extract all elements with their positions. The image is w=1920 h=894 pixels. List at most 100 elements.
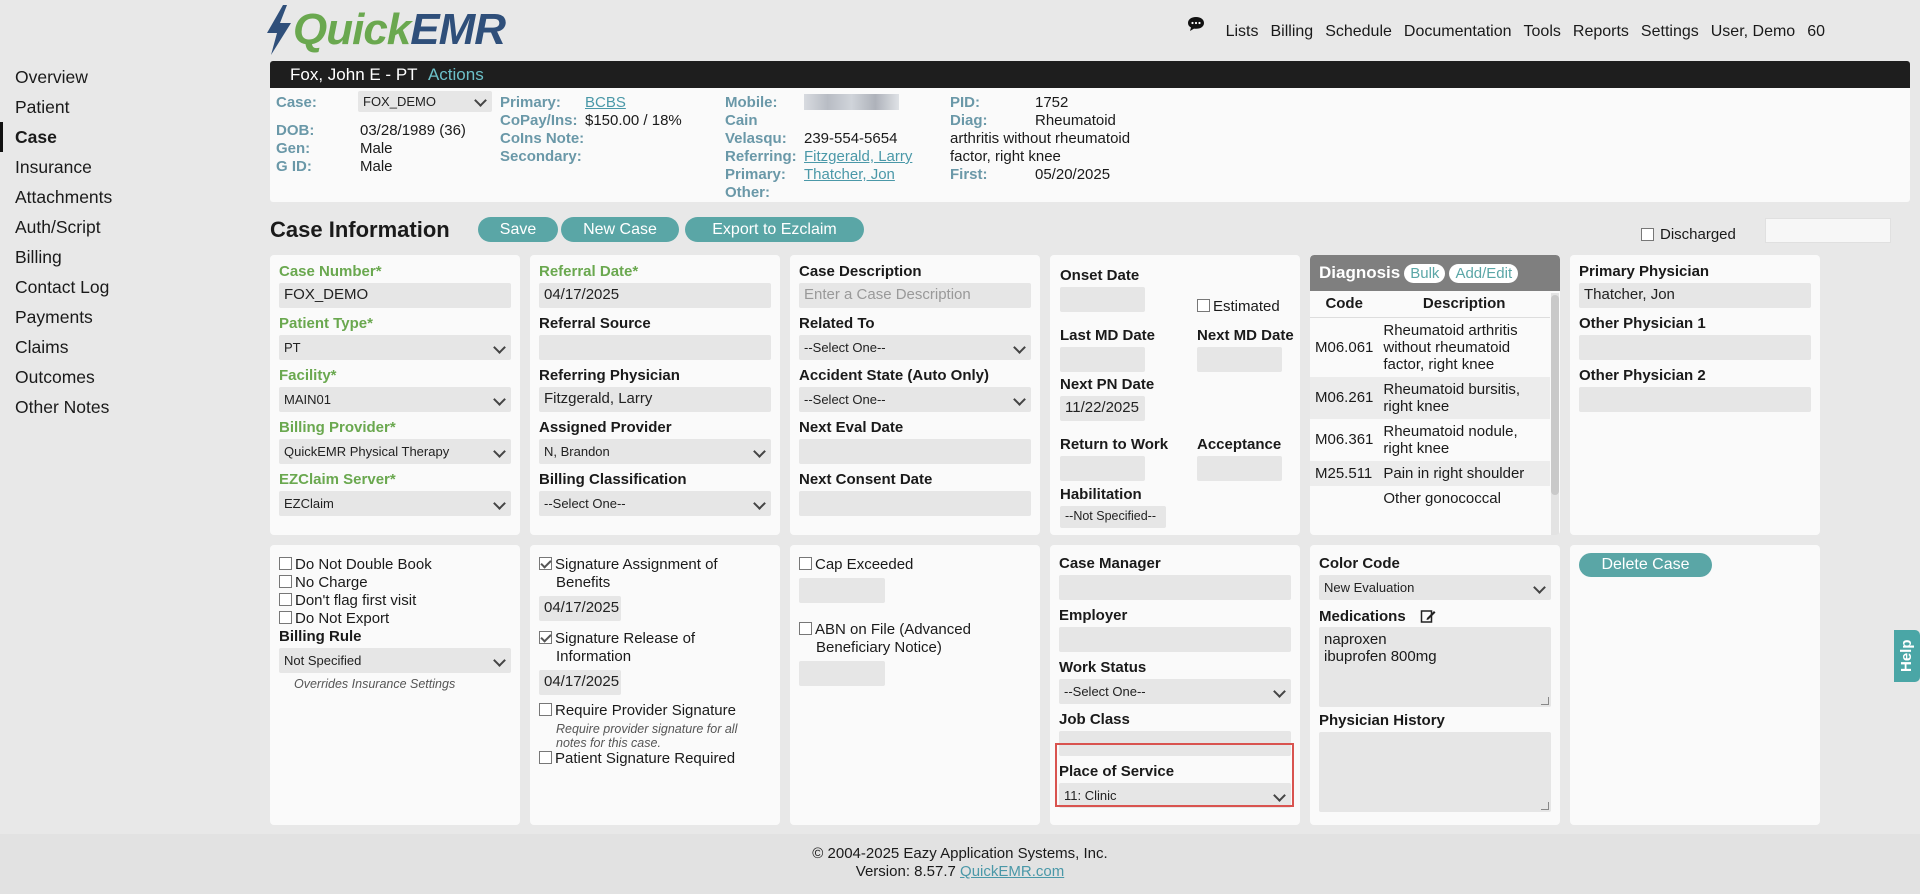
- nav-tools[interactable]: Tools: [1524, 23, 1561, 41]
- quickemr-logo[interactable]: QuickEMR: [263, 4, 506, 56]
- sidebar-item-other-notes[interactable]: Other Notes: [0, 392, 260, 422]
- discharged-date-input[interactable]: [1765, 218, 1891, 243]
- require-provider-signature-checkbox[interactable]: Require Provider Signature: [539, 702, 771, 720]
- abn-input[interactable]: [799, 661, 885, 686]
- sidebar-item-insurance[interactable]: Insurance: [0, 152, 260, 182]
- nav-documentation[interactable]: Documentation: [1404, 23, 1512, 41]
- nav-schedule[interactable]: Schedule: [1325, 23, 1392, 41]
- do-not-export-checkbox[interactable]: Do Not Export: [279, 610, 511, 628]
- sidebar-item-overview[interactable]: Overview: [0, 62, 260, 92]
- habilitation-select[interactable]: --Not Specified--: [1060, 506, 1166, 528]
- delete-case-button[interactable]: Delete Case: [1579, 553, 1712, 577]
- save-button[interactable]: Save: [478, 217, 558, 242]
- discharged-box[interactable]: [1641, 228, 1654, 241]
- nav-lists[interactable]: Lists: [1226, 23, 1259, 41]
- quickemr-link[interactable]: QuickEMR.com: [960, 863, 1064, 880]
- diagnosis-scrollbar-thumb[interactable]: [1551, 295, 1559, 495]
- case-description-input[interactable]: Enter a Case Description: [799, 283, 1031, 308]
- chat-icon[interactable]: [1187, 16, 1205, 32]
- last-md-input[interactable]: [1060, 347, 1145, 372]
- facility-select[interactable]: MAIN01: [279, 387, 511, 412]
- billing-rule-select[interactable]: Not Specified: [279, 648, 511, 673]
- case-manager-input[interactable]: [1059, 575, 1291, 600]
- physician-history-textarea[interactable]: [1319, 732, 1551, 812]
- sidebar-item-attachments[interactable]: Attachments: [0, 182, 260, 212]
- related-to-select[interactable]: --Select One--: [799, 335, 1031, 360]
- bulk-button[interactable]: Bulk: [1404, 263, 1446, 283]
- add-edit-button[interactable]: Add/Edit: [1449, 263, 1519, 283]
- no-charge-checkbox[interactable]: No Charge: [279, 574, 511, 592]
- other-physician-1-input[interactable]: [1579, 335, 1811, 360]
- sidebar-item-auth-script[interactable]: Auth/Script: [0, 212, 260, 242]
- chevron-down-icon: [1013, 341, 1026, 354]
- table-row[interactable]: M25.511 Pain in right shoulder: [1310, 460, 1550, 486]
- referring-link[interactable]: Fitzgerald, Larry: [804, 148, 912, 165]
- sidebar-item-claims[interactable]: Claims: [0, 332, 260, 362]
- lightning-icon: [267, 5, 291, 55]
- diag-value-2: arthritis without rheumatoid: [950, 130, 1131, 147]
- referring-physician-input[interactable]: Fitzgerald, Larry: [539, 387, 771, 412]
- resize-handle-icon[interactable]: [1541, 802, 1549, 810]
- edit-icon[interactable]: [1420, 608, 1436, 624]
- next-pn-input[interactable]: 11/22/2025: [1060, 396, 1145, 421]
- sidebar-item-outcomes[interactable]: Outcomes: [0, 362, 260, 392]
- nav-settings[interactable]: Settings: [1641, 23, 1699, 41]
- new-case-button[interactable]: New Case: [561, 217, 679, 242]
- primary-physician-input[interactable]: Thatcher, Jon: [1579, 283, 1811, 308]
- sidebar-item-contact-log[interactable]: Contact Log: [0, 272, 260, 302]
- do-not-double-book-checkbox[interactable]: Do Not Double Book: [279, 556, 511, 574]
- other-physician-2-input[interactable]: [1579, 387, 1811, 412]
- table-row[interactable]: Other gonococcal: [1310, 486, 1550, 511]
- discharged-checkbox[interactable]: Discharged: [1641, 226, 1736, 243]
- other-label: Other:: [725, 184, 770, 201]
- cap-exceeded-input[interactable]: [799, 578, 885, 603]
- nav-user[interactable]: User, Demo: [1711, 23, 1795, 41]
- next-eval-input[interactable]: [799, 439, 1031, 464]
- employer-input[interactable]: [1059, 627, 1291, 652]
- ezclaim-server-select[interactable]: EZClaim: [279, 491, 511, 516]
- resize-handle-icon[interactable]: [1541, 697, 1549, 705]
- accident-state-select[interactable]: --Select One--: [799, 387, 1031, 412]
- patient-type-select[interactable]: PT: [279, 335, 511, 360]
- onset-date-input[interactable]: [1060, 287, 1145, 312]
- dont-flag-first-visit-checkbox[interactable]: Don't flag first visit: [279, 592, 511, 610]
- referral-date-input[interactable]: 04/17/2025: [539, 283, 771, 308]
- case-select[interactable]: FOX_DEMO: [358, 91, 492, 112]
- estimated-checkbox[interactable]: Estimated: [1197, 298, 1280, 316]
- work-status-select[interactable]: --Select One--: [1059, 679, 1291, 704]
- color-code-select[interactable]: New Evaluation: [1319, 575, 1551, 600]
- panel-diagnosis: Diagnosis Bulk Add/Edit Code Description…: [1310, 255, 1560, 535]
- table-row[interactable]: M06.061 Rheumatoid arthritis without rhe…: [1310, 317, 1550, 377]
- nav-reports[interactable]: Reports: [1573, 23, 1629, 41]
- next-md-input[interactable]: [1197, 347, 1282, 372]
- last-md-label: Last MD Date: [1060, 327, 1156, 344]
- export-ezclaim-button[interactable]: Export to Ezclaim: [685, 217, 864, 242]
- table-row[interactable]: M06.261 Rheumatoid bursitis, right knee: [1310, 376, 1550, 419]
- primary-ins-link[interactable]: BCBS: [585, 94, 626, 111]
- signature-release-checkbox[interactable]: Signature Release of: [539, 630, 771, 648]
- sidebar-item-case[interactable]: Case: [0, 122, 260, 152]
- sidebar-item-patient[interactable]: Patient: [0, 92, 260, 122]
- table-row[interactable]: M06.361 Rheumatoid nodule, right knee: [1310, 419, 1550, 461]
- primary-phys-link[interactable]: Thatcher, Jon: [804, 166, 895, 183]
- patient-signature-required-checkbox[interactable]: Patient Signature Required: [539, 750, 771, 768]
- abn-on-file-checkbox[interactable]: ABN on File (Advanced: [799, 621, 1031, 639]
- signature-release-date[interactable]: 04/17/2025: [539, 670, 621, 695]
- assigned-provider-select[interactable]: N, Brandon: [539, 439, 771, 464]
- return-to-work-input[interactable]: [1060, 456, 1145, 481]
- signature-assignment-checkbox[interactable]: Signature Assignment of: [539, 556, 771, 574]
- actions-menu[interactable]: Actions: [428, 65, 484, 84]
- billing-provider-select[interactable]: QuickEMR Physical Therapy: [279, 439, 511, 464]
- referral-source-input[interactable]: [539, 335, 771, 360]
- acceptance-input[interactable]: [1197, 456, 1282, 481]
- sidebar-item-billing[interactable]: Billing: [0, 242, 260, 272]
- cap-exceeded-checkbox[interactable]: Cap Exceeded: [799, 556, 1031, 574]
- sidebar-item-payments[interactable]: Payments: [0, 302, 260, 332]
- case-number-input[interactable]: FOX_DEMO: [279, 283, 511, 308]
- help-tab[interactable]: Help: [1894, 630, 1920, 682]
- signature-assignment-date[interactable]: 04/17/2025: [539, 596, 621, 621]
- nav-billing[interactable]: Billing: [1271, 23, 1314, 41]
- billing-classification-select[interactable]: --Select One--: [539, 491, 771, 516]
- medications-textarea[interactable]: naproxen ibuprofen 800mg: [1319, 627, 1551, 707]
- next-consent-input[interactable]: [799, 491, 1031, 516]
